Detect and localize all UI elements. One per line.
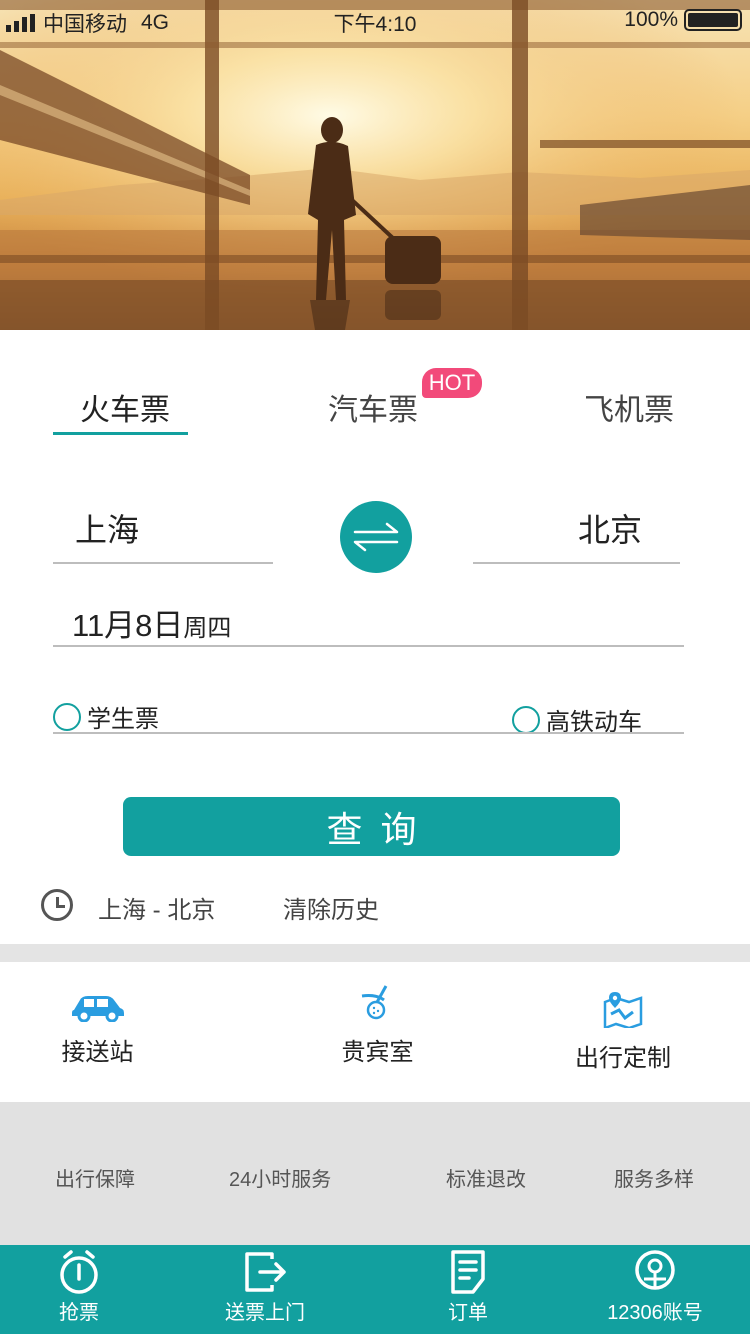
map-icon: [603, 992, 643, 1028]
tabbar-delivery[interactable]: 送票上门: [215, 1245, 315, 1334]
swap-cities-button[interactable]: [340, 501, 412, 573]
tabbar-orders-label: 订单: [448, 1302, 488, 1324]
student-label: 学生票: [87, 706, 159, 733]
service-pickup-label: 接送站: [61, 1039, 134, 1066]
car-icon: [71, 996, 124, 1022]
airport-photo: [0, 0, 750, 330]
bottom-tab-bar: 抢票 送票上门 订单 12306账号: [0, 1245, 750, 1334]
student-radio[interactable]: [53, 702, 81, 731]
battery-icon: [684, 9, 742, 31]
search-button[interactable]: 查询: [123, 797, 620, 856]
service-vip-lounge[interactable]: 贵宾室: [330, 984, 425, 1067]
battery-group: 100%: [624, 8, 742, 32]
clear-history-button[interactable]: 清除历史: [283, 890, 379, 925]
hero-banner: 中国移动 4G 下午4:10 100%: [0, 0, 750, 330]
departure-city[interactable]: 上海: [75, 505, 139, 551]
gaotie-radio[interactable]: [512, 705, 540, 734]
service-vip-label: 贵宾室: [341, 1039, 414, 1066]
history-route[interactable]: 上海 - 北京: [98, 890, 215, 925]
options-underline: [53, 732, 684, 734]
tab-bus[interactable]: 汽车票: [328, 385, 418, 429]
departure-date[interactable]: 11月8日周四: [72, 600, 231, 645]
tab-flight[interactable]: 飞机票: [584, 385, 674, 429]
feature-1: 出行保障: [55, 1169, 135, 1191]
swap-arrows-icon: [353, 522, 399, 552]
arrival-city[interactable]: 北京: [578, 505, 642, 551]
service-pickup[interactable]: 接送站: [50, 992, 145, 1067]
departure-underline: [53, 562, 273, 564]
tabbar-account[interactable]: 12306账号: [600, 1245, 710, 1334]
date-day: 11月8日: [72, 608, 184, 643]
service-custom-travel[interactable]: 出行定制: [573, 992, 673, 1073]
active-tab-indicator: [53, 432, 188, 435]
tabbar-orders[interactable]: 订单: [428, 1245, 508, 1334]
hot-badge: HOT: [422, 368, 482, 398]
feature-4: 服务多样: [614, 1169, 694, 1191]
clock-icon: [41, 889, 73, 921]
feature-3: 标准退改: [446, 1169, 526, 1191]
tab-train[interactable]: 火车票: [80, 385, 170, 429]
golf-icon: [361, 985, 387, 1020]
tabbar-grab-label: 抢票: [59, 1302, 99, 1324]
railway-logo-icon: [635, 1250, 675, 1290]
battery-percent: 100%: [624, 8, 678, 31]
tabbar-grab-tickets[interactable]: 抢票: [38, 1245, 120, 1334]
section-divider: [0, 944, 750, 962]
exit-icon: [245, 1252, 286, 1292]
student-ticket-option[interactable]: 学生票: [53, 699, 159, 734]
date-underline: [53, 645, 684, 647]
service-custom-label: 出行定制: [575, 1045, 671, 1072]
tabbar-delivery-label: 送票上门: [225, 1302, 305, 1324]
arrival-underline: [473, 562, 680, 564]
page: 中国移动 4G 下午4:10 100% 火车票 汽车票 HOT 飞机票 上海 北…: [0, 0, 750, 1334]
date-weekday: 周四: [183, 615, 232, 642]
status-bar: 中国移动 4G 下午4:10 100%: [0, 0, 750, 40]
services-row: 接送站 贵宾室 出行定制: [0, 962, 750, 1102]
alarm-clock-icon: [60, 1250, 98, 1294]
tabbar-account-label: 12306账号: [607, 1302, 703, 1324]
feature-2: 24小时服务: [229, 1169, 332, 1191]
document-icon: [451, 1250, 485, 1294]
